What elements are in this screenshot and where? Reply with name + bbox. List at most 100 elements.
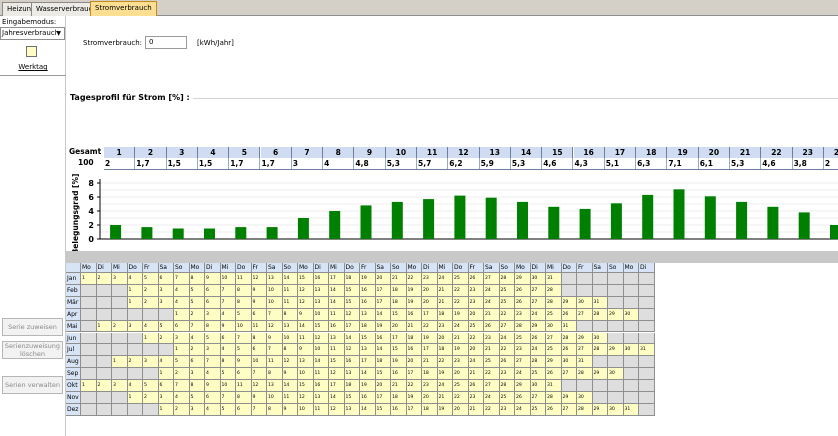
calendar-day-cell[interactable]: 19	[406, 296, 422, 309]
calendar-day-cell[interactable]: 2	[189, 344, 205, 357]
calendar-day-cell[interactable]: 25	[499, 392, 515, 404]
calendar-day-cell[interactable]: 12	[267, 320, 283, 333]
calendar-day-cell[interactable]: 30	[546, 320, 562, 333]
calendar-day-cell[interactable]: 27	[484, 380, 500, 392]
calendar-day-cell[interactable]: 6	[205, 296, 221, 309]
hour-value-16[interactable]: 4,3	[573, 158, 605, 169]
calendar-day-cell[interactable]: 9	[236, 356, 252, 369]
calendar-day-cell[interactable]: 14	[329, 284, 345, 297]
calendar-day-cell[interactable]: 22	[406, 380, 422, 392]
calendar-day-cell[interactable]: 12	[251, 273, 267, 285]
calendar-day-cell[interactable]: 26	[515, 392, 531, 404]
calendar-day-cell[interactable]: 5	[220, 368, 236, 381]
calendar-day-cell[interactable]: 14	[360, 368, 376, 381]
calendar-day-cell[interactable]: 3	[189, 403, 205, 416]
calendar-day-cell[interactable]: 18	[391, 284, 407, 297]
calendar-day-cell[interactable]: 20	[375, 273, 391, 285]
calendar-day-cell[interactable]: 31	[592, 296, 608, 309]
calendar-day-cell[interactable]: 24	[468, 356, 484, 369]
calendar-day-cell[interactable]: 4	[174, 284, 190, 297]
calendar-day-cell[interactable]: 2	[189, 308, 205, 321]
calendar-day-cell[interactable]: 18	[391, 296, 407, 309]
calendar-day-cell[interactable]: 23	[468, 296, 484, 309]
calendar-day-cell[interactable]: 29	[515, 273, 531, 285]
calendar-day-cell[interactable]: 31	[623, 403, 639, 416]
calendar-day-cell[interactable]: 7	[267, 308, 283, 321]
calendar-day-cell[interactable]: 30	[577, 296, 593, 309]
calendar-day-cell[interactable]: 29	[577, 332, 593, 345]
calendar-day-cell[interactable]: 17	[329, 380, 345, 392]
workday-color-swatch[interactable]	[26, 46, 37, 57]
calendar-day-cell[interactable]: 16	[406, 344, 422, 357]
calendar-day-cell[interactable]: 18	[422, 368, 438, 381]
calendar-day-cell[interactable]: 13	[360, 344, 376, 357]
calendar-day-cell[interactable]: 20	[422, 296, 438, 309]
calendar-day-cell[interactable]: 23	[499, 368, 515, 381]
calendar-day-cell[interactable]: 31	[577, 356, 593, 369]
hour-value-11[interactable]: 5,7	[417, 158, 449, 169]
calendar-day-cell[interactable]: 17	[406, 368, 422, 381]
calendar-day-cell[interactable]: 27	[530, 296, 546, 309]
calendar-day-cell[interactable]: 28	[499, 273, 515, 285]
calendar-day-cell[interactable]: 6	[220, 332, 236, 345]
calendar-day-cell[interactable]: 21	[391, 273, 407, 285]
calendar-day-cell[interactable]: 15	[313, 320, 329, 333]
calendar-day-cell[interactable]: 19	[422, 332, 438, 345]
calendar-day-cell[interactable]: 15	[360, 332, 376, 345]
calendar-day-cell[interactable]: 22	[453, 392, 469, 404]
calendar-day-cell[interactable]: 4	[174, 392, 190, 404]
calendar-day-cell[interactable]: 2	[127, 356, 143, 369]
calendar-day-cell[interactable]: 13	[313, 296, 329, 309]
chevron-down-icon[interactable]: ▼	[56, 28, 61, 39]
calendar-day-cell[interactable]: 15	[298, 380, 314, 392]
calendar-day-cell[interactable]: 19	[453, 344, 469, 357]
calendar-day-cell[interactable]: 30	[530, 273, 546, 285]
calendar-day-cell[interactable]: 20	[406, 356, 422, 369]
calendar-day-cell[interactable]: 15	[391, 344, 407, 357]
calendar-day-cell[interactable]: 30	[577, 392, 593, 404]
calendar-day-cell[interactable]: 30	[623, 344, 639, 357]
calendar-day-cell[interactable]: 27	[499, 320, 515, 333]
calendar-day-cell[interactable]: 7	[220, 296, 236, 309]
calendar-day-cell[interactable]: 7	[174, 273, 190, 285]
calendar-day-cell[interactable]: 9	[205, 380, 221, 392]
calendar-day-cell[interactable]: 8	[267, 368, 283, 381]
calendar-day-cell[interactable]: 22	[406, 273, 422, 285]
assign-series-button[interactable]: Serie zuweisen	[2, 318, 63, 336]
calendar-day-cell[interactable]: 18	[344, 380, 360, 392]
calendar-day-cell[interactable]: 18	[391, 392, 407, 404]
calendar-day-cell[interactable]: 10	[220, 273, 236, 285]
calendar-day-cell[interactable]: 4	[220, 308, 236, 321]
calendar-day-cell[interactable]: 22	[499, 344, 515, 357]
calendar-day-cell[interactable]: 24	[453, 320, 469, 333]
calendar-day-cell[interactable]: 4	[143, 320, 159, 333]
calendar-day-cell[interactable]: 22	[422, 320, 438, 333]
workday-legend-link[interactable]: Werktag	[0, 63, 66, 71]
calendar-day-cell[interactable]: 10	[251, 356, 267, 369]
hour-value-13[interactable]: 5,9	[479, 158, 511, 169]
calendar-day-cell[interactable]: 18	[344, 273, 360, 285]
calendar-day-cell[interactable]: 4	[205, 403, 221, 416]
calendar-day-cell[interactable]: 8	[282, 308, 298, 321]
calendar-day-cell[interactable]: 30	[623, 308, 639, 321]
calendar-day-cell[interactable]: 11	[282, 392, 298, 404]
calendar-day-cell[interactable]: 21	[406, 320, 422, 333]
calendar-day-cell[interactable]: 27	[515, 356, 531, 369]
manage-series-button[interactable]: Serien verwalten	[2, 376, 63, 394]
calendar-day-cell[interactable]: 4	[174, 296, 190, 309]
calendar-day-cell[interactable]: 21	[437, 296, 453, 309]
calendar-day-cell[interactable]: 26	[546, 403, 562, 416]
calendar-day-cell[interactable]: 30	[561, 356, 577, 369]
calendar-day-cell[interactable]: 6	[251, 344, 267, 357]
calendar-day-cell[interactable]: 11	[282, 284, 298, 297]
hour-value-2[interactable]: 1,7	[135, 158, 167, 169]
calendar-day-cell[interactable]: 23	[468, 392, 484, 404]
calendar-day-cell[interactable]: 24	[437, 380, 453, 392]
calendar-day-cell[interactable]: 17	[329, 273, 345, 285]
calendar-day-cell[interactable]: 15	[344, 392, 360, 404]
calendar-day-cell[interactable]: 19	[437, 368, 453, 381]
calendar-day-cell[interactable]: 14	[313, 356, 329, 369]
calendar-day-cell[interactable]: 10	[267, 296, 283, 309]
calendar-day-cell[interactable]: 24	[515, 368, 531, 381]
calendar-day-cell[interactable]: 23	[422, 273, 438, 285]
